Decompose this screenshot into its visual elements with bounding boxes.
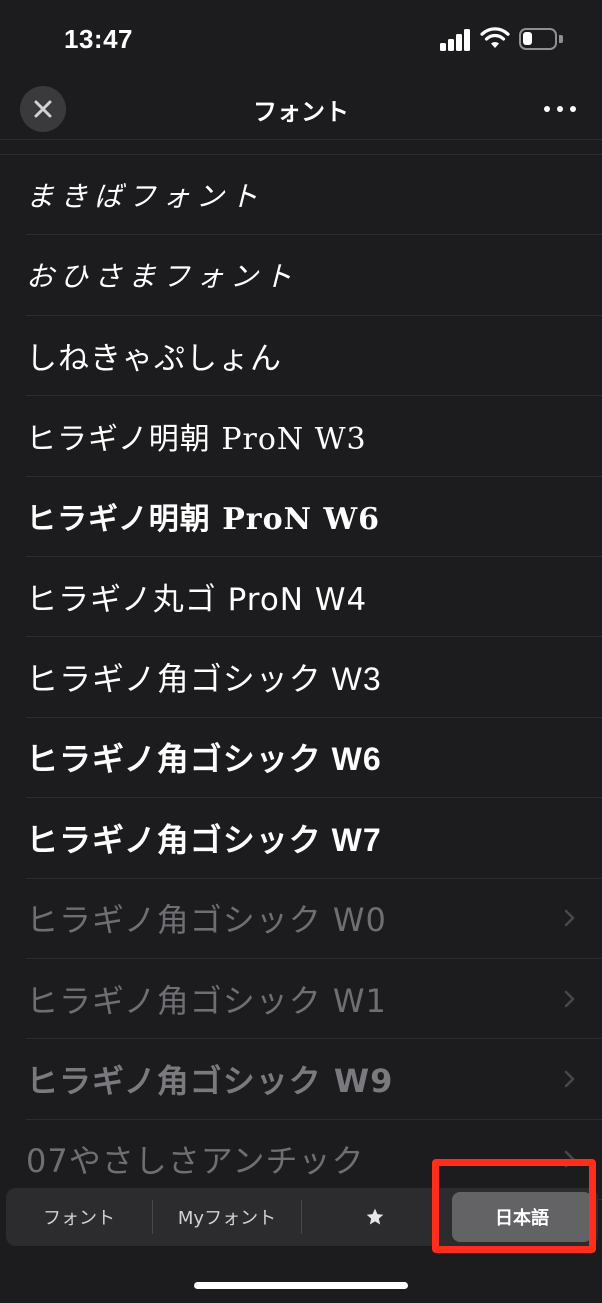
chevron-right-icon: [564, 909, 575, 927]
font-name-label: 07やさしさアンチック: [26, 1142, 365, 1181]
font-name-label: おひさまフォント: [26, 262, 299, 294]
tab-fonts[interactable]: フォント: [6, 1188, 152, 1246]
font-name-label: ヒラギノ角ゴシック W3: [26, 661, 382, 698]
font-name-label: ヒラギノ丸ゴ ProN W4: [26, 582, 368, 619]
battery-cap: [559, 35, 563, 43]
page-title: フォント: [253, 98, 349, 126]
home-indicator[interactable]: [194, 1282, 408, 1289]
font-list-item[interactable]: ヒラギノ角ゴシック W6: [26, 718, 602, 799]
font-list-item[interactable]: おひさまフォント: [26, 235, 602, 316]
star-icon: [366, 1208, 384, 1225]
status-bar: 13:47: [0, 0, 602, 80]
font-name-label: しねきゃぷしょん: [26, 340, 282, 377]
font-name-label: ヒラギノ明朝 ProN W3: [26, 421, 367, 457]
chevron-right-icon: [564, 1070, 575, 1088]
font-list-item[interactable]: まきばフォント: [26, 155, 602, 236]
font-name-label: ヒラギノ角ゴシック W7: [26, 821, 382, 858]
font-list-item[interactable]: ヒラギノ丸ゴ ProN W4: [26, 557, 602, 638]
battery-icon: [519, 28, 557, 50]
font-name-label: ヒラギノ角ゴシック W6: [26, 741, 382, 778]
nav-header: フォント: [0, 80, 602, 140]
tab-my-fonts[interactable]: Myフォント: [153, 1188, 301, 1246]
tab-bar: フォント Myフォント 日本語: [6, 1188, 598, 1246]
font-list-item[interactable]: ヒラギノ角ゴシック W3: [26, 637, 602, 718]
status-time: 13:47: [64, 24, 133, 54]
font-list-item[interactable]: ヒラギノ角ゴシック W1: [26, 959, 602, 1040]
font-list-item[interactable]: ヒラギノ角ゴシック W7: [26, 798, 602, 879]
font-list-item[interactable]: ヒラギノ明朝 ProN W3: [26, 396, 602, 477]
font-name-label: ヒラギノ角ゴシック W1: [26, 981, 387, 1020]
chevron-right-icon: [564, 990, 575, 1007]
font-list-item[interactable]: しねきゃぷしょん: [26, 316, 602, 397]
font-name-label: ヒラギノ明朝 ProN W6: [26, 502, 381, 538]
tab-favorites[interactable]: [302, 1188, 448, 1246]
cellular-signal-icon: [440, 29, 472, 51]
app-screen: 13:47 フォント まきばフォント おひさまフォント しねきゃぷしょん ヒラギ…: [0, 0, 602, 1303]
tab-japanese[interactable]: 日本語: [452, 1192, 592, 1242]
font-name-label: ヒラギノ角ゴシック W9: [26, 1061, 394, 1100]
font-list-item[interactable]: ヒラギノ角ゴシック W9: [26, 1039, 602, 1120]
font-name-label: まきばフォント: [26, 181, 265, 213]
more-options-button[interactable]: [540, 94, 580, 124]
font-name-label: ヒラギノ角ゴシック W0: [26, 901, 387, 940]
chevron-right-icon: [564, 1151, 575, 1168]
battery-level-fill: [523, 32, 532, 45]
font-list-item[interactable]: ヒラギノ角ゴシック W0: [26, 879, 602, 959]
font-list-item[interactable]: ヒラギノ明朝 ProN W6: [26, 477, 602, 557]
more-horizontal-icon: [544, 106, 550, 112]
wifi-icon: [480, 27, 510, 48]
font-list: まきばフォントおひさまフォントしねきゃぷしょんヒラギノ明朝 ProN W3 ヒラギ…: [0, 154, 602, 1201]
